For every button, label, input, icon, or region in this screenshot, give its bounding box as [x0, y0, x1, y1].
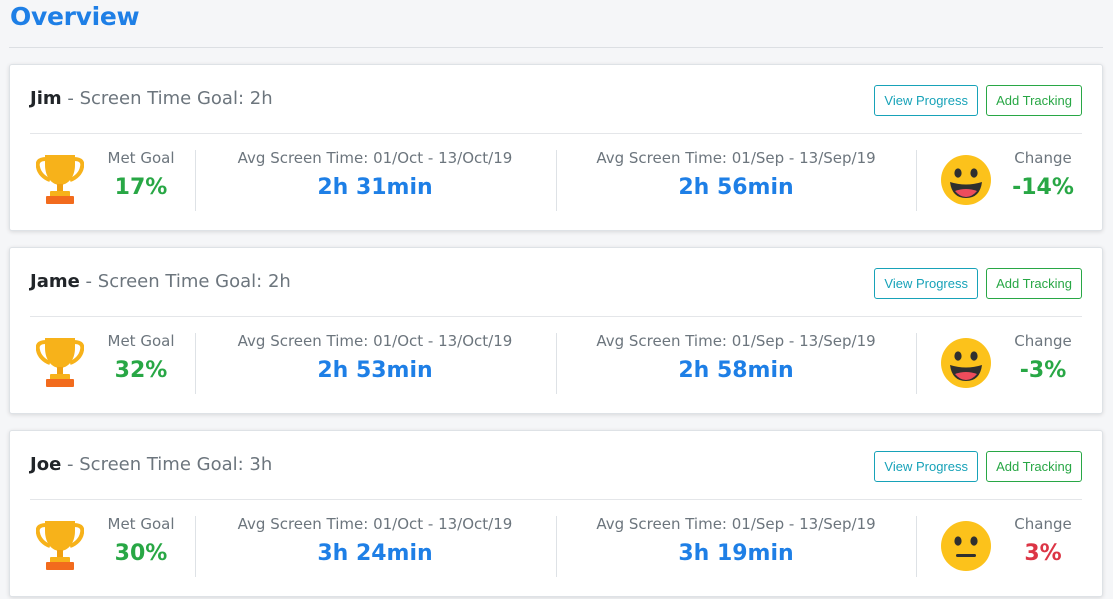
met-goal-value: 17%	[114, 175, 168, 200]
card-header: Jim - Screen Time Goal: 2h View Progress…	[30, 85, 1082, 116]
page-title: Overview	[10, 2, 140, 31]
met-goal-label: Met Goal	[107, 332, 175, 350]
view-progress-button[interactable]: View Progress	[874, 268, 978, 299]
change-value: -14%	[1012, 175, 1074, 200]
previous-period-value: 2h 58min	[678, 358, 794, 383]
met-goal-label: Met Goal	[107, 515, 175, 533]
current-period-label: Avg Screen Time: 01/Oct - 13/Oct/19	[237, 515, 513, 533]
card-title: Jame - Screen Time Goal: 2h	[30, 270, 291, 294]
view-progress-button[interactable]: View Progress	[874, 451, 978, 482]
current-period-value: 3h 24min	[317, 541, 433, 566]
card-divider	[30, 499, 1082, 500]
stat-divider	[195, 333, 196, 394]
card-divider	[30, 316, 1082, 317]
child-card-joe: Joe - Screen Time Goal: 3h View Progress…	[9, 430, 1103, 597]
add-tracking-button[interactable]: Add Tracking	[986, 85, 1082, 116]
add-tracking-button[interactable]: Add Tracking	[986, 451, 1082, 482]
title-separator: -	[67, 454, 74, 475]
met-goal-value: 30%	[114, 541, 168, 566]
screen-time-goal: Screen Time Goal: 2h	[79, 88, 273, 109]
card-header: Joe - Screen Time Goal: 3h View Progress…	[30, 451, 1082, 482]
child-card-jim: Jim - Screen Time Goal: 2h View Progress…	[9, 64, 1103, 231]
grinning-face-icon	[941, 155, 991, 205]
change-value: -3%	[1019, 358, 1067, 383]
stat-divider	[556, 333, 557, 394]
stat-divider	[556, 150, 557, 211]
title-separator: -	[85, 271, 93, 292]
trophy-icon	[36, 155, 84, 204]
view-progress-button[interactable]: View Progress	[874, 85, 978, 116]
met-goal-value: 32%	[114, 358, 168, 383]
title-divider	[9, 47, 1103, 48]
met-goal-label: Met Goal	[107, 149, 175, 167]
neutral-face-icon	[941, 521, 991, 571]
child-card-jame: Jame - Screen Time Goal: 2h View Progres…	[9, 247, 1103, 414]
card-divider	[30, 133, 1082, 134]
previous-period-label: Avg Screen Time: 01/Sep - 13/Sep/19	[596, 515, 876, 533]
grinning-face-icon	[941, 338, 991, 388]
previous-period-label: Avg Screen Time: 01/Sep - 13/Sep/19	[596, 332, 876, 350]
stat-divider	[916, 333, 917, 394]
current-period-value: 2h 53min	[317, 358, 433, 383]
screen-time-goal: Screen Time Goal: 3h	[79, 454, 273, 475]
child-name: Jim	[30, 88, 62, 109]
title-separator: -	[67, 88, 74, 109]
stat-divider	[195, 150, 196, 211]
stat-divider	[556, 516, 557, 577]
change-label: Change	[1014, 332, 1072, 350]
trophy-icon	[36, 521, 84, 570]
stat-divider	[916, 150, 917, 211]
current-period-value: 2h 31min	[317, 175, 433, 200]
trophy-icon	[36, 338, 84, 387]
previous-period-label: Avg Screen Time: 01/Sep - 13/Sep/19	[596, 149, 876, 167]
previous-period-value: 2h 56min	[678, 175, 794, 200]
screen-time-goal: Screen Time Goal: 2h	[97, 271, 291, 292]
child-name: Jame	[30, 271, 80, 292]
change-value: 3%	[1024, 541, 1062, 566]
overview-page: Overview Jim - Screen Time Goal: 2h View…	[0, 0, 1113, 599]
child-name: Joe	[30, 454, 62, 475]
current-period-label: Avg Screen Time: 01/Oct - 13/Oct/19	[237, 149, 513, 167]
previous-period-value: 3h 19min	[678, 541, 794, 566]
stats-row: Met Goal 32% Avg Screen Time: 01/Oct - 1…	[30, 332, 1082, 394]
change-label: Change	[1014, 149, 1072, 167]
card-title: Jim - Screen Time Goal: 2h	[30, 87, 273, 111]
add-tracking-button[interactable]: Add Tracking	[986, 268, 1082, 299]
current-period-label: Avg Screen Time: 01/Oct - 13/Oct/19	[237, 332, 513, 350]
card-title: Joe - Screen Time Goal: 3h	[30, 453, 272, 477]
stat-divider	[195, 516, 196, 577]
card-header: Jame - Screen Time Goal: 2h View Progres…	[30, 268, 1082, 299]
change-label: Change	[1014, 515, 1072, 533]
stat-divider	[916, 516, 917, 577]
stats-row: Met Goal 30% Avg Screen Time: 01/Oct - 1…	[30, 515, 1082, 577]
stats-row: Met Goal 17% Avg Screen Time: 01/Oct - 1…	[30, 149, 1082, 211]
